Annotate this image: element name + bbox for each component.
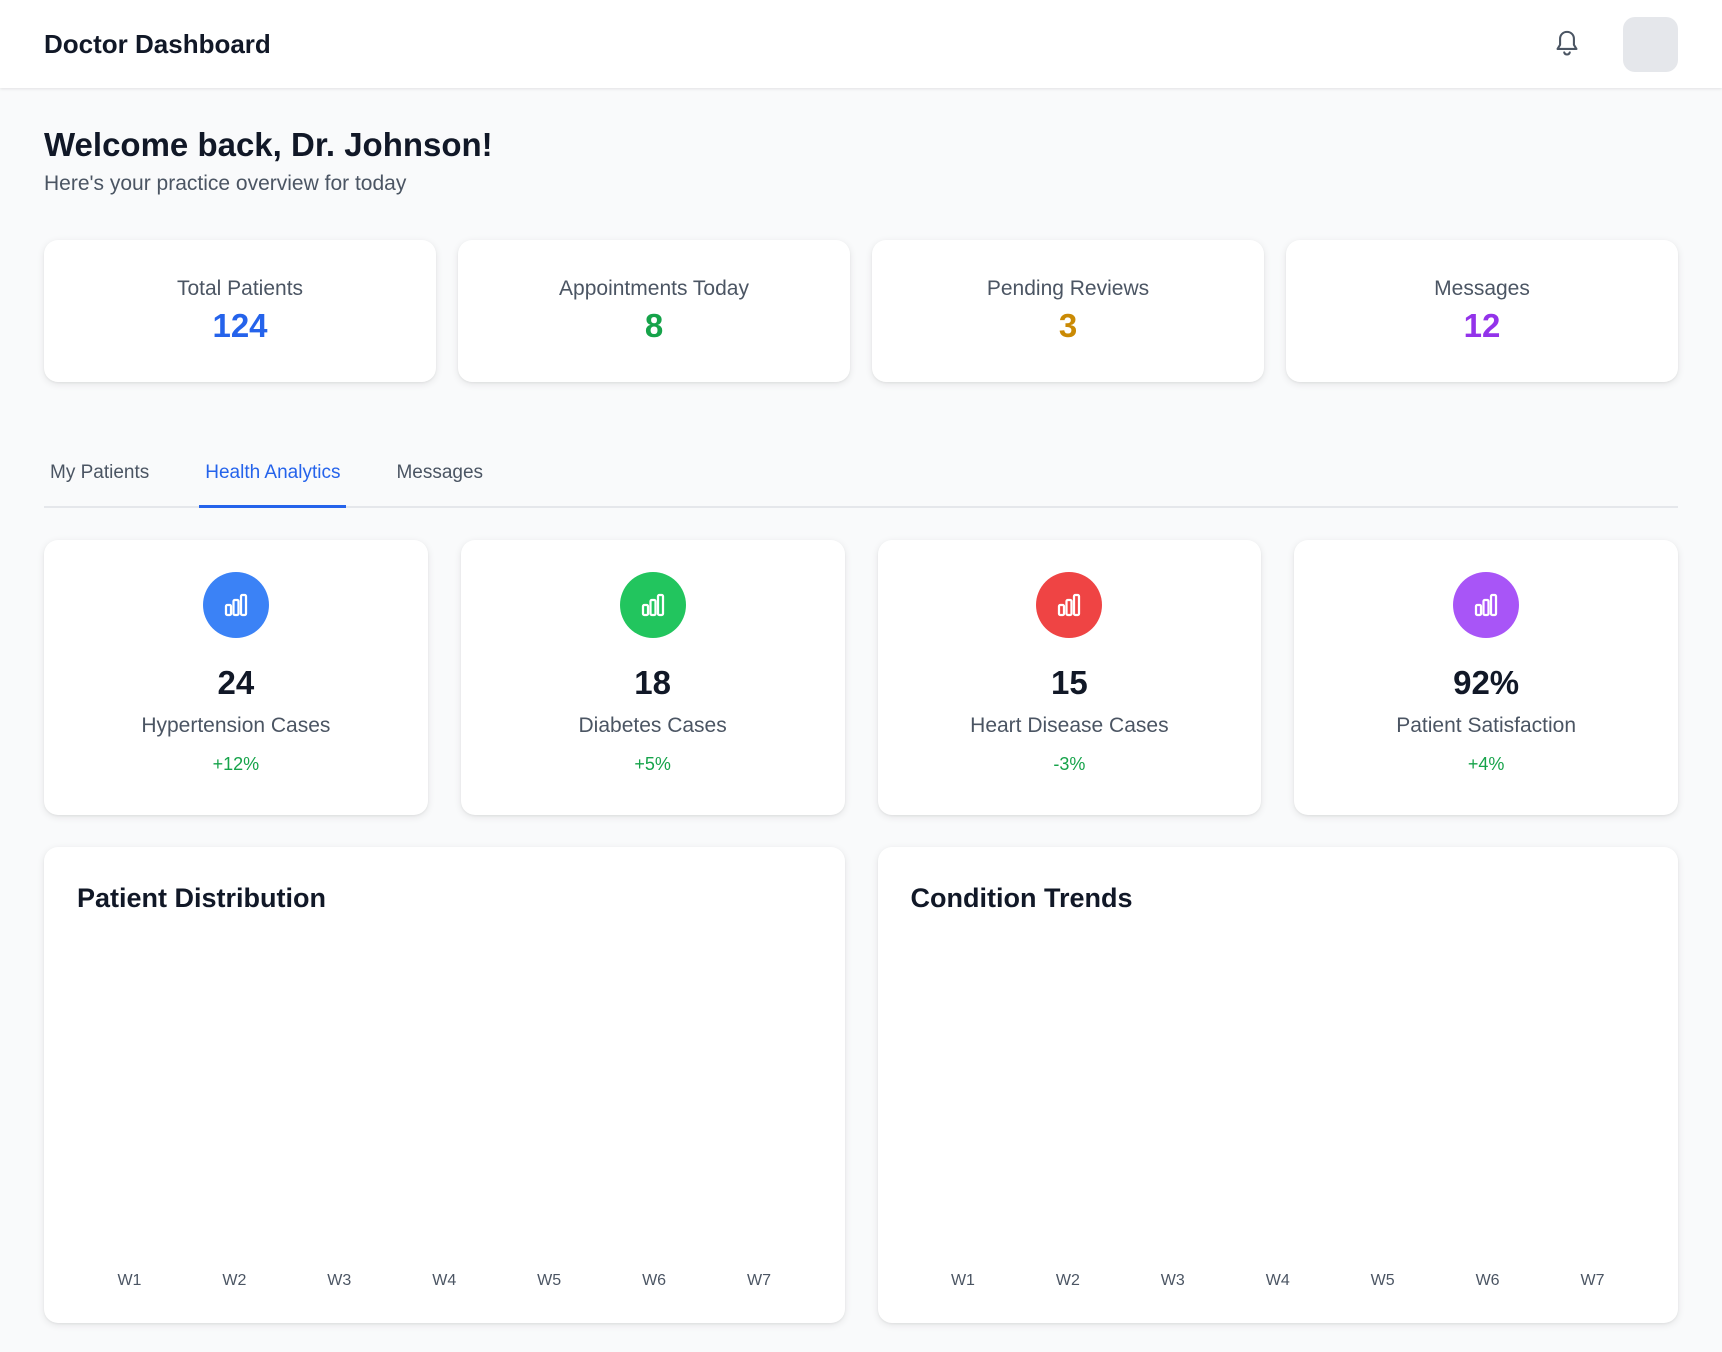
bar-chart-icon [1453,572,1520,638]
metrics-row: 24 Hypertension Cases +12% 18 Diabetes C… [44,540,1678,815]
metric-label: Diabetes Cases [578,714,727,737]
metric-card-hypertension: 24 Hypertension Cases +12% [44,540,428,815]
bar-chart-icon [1036,572,1103,638]
metric-card-heart-disease: 15 Heart Disease Cases -3% [877,540,1262,815]
x-tick-label: W6 [1475,1272,1500,1289]
page-title: Welcome back, Dr. Johnson! [44,126,493,163]
x-tick-label: W4 [1265,1272,1290,1289]
stat-value: 8 [644,307,664,344]
tab-my-patients[interactable]: My Patients [44,440,155,506]
metric-value: 18 [634,664,671,701]
chart-title: Condition Trends [910,883,1133,913]
stat-label: Appointments Today [559,277,749,300]
stat-card-appointments-today: Appointments Today 8 [458,240,850,382]
metric-label: Patient Satisfaction [1396,714,1577,737]
x-tick-label: W6 [642,1272,667,1289]
avatar[interactable] [1623,16,1678,72]
main-content: Welcome back, Dr. Johnson! Here's your p… [44,88,1678,1323]
x-tick-label: W4 [432,1272,457,1289]
metric-label: Heart Disease Cases [970,714,1169,737]
top-bar: Doctor Dashboard [0,0,1722,88]
x-tick-label: W3 [1160,1272,1185,1289]
tab-bar: My Patients Health Analytics Messages [44,440,1678,508]
metric-value: 15 [1051,664,1088,701]
metric-change: +4% [1467,754,1505,774]
bar-chart-icon [202,572,269,638]
stat-label: Total Patients [176,277,304,300]
stat-card-total-patients: Total Patients 124 [44,240,436,382]
stat-value: 3 [1058,307,1078,344]
metric-change: +12% [212,754,260,774]
x-tick-label: W5 [1370,1272,1395,1289]
app-title: Doctor Dashboard [44,28,271,59]
bar-chart-icon [619,572,686,638]
metric-label: Hypertension Cases [141,714,331,737]
x-tick-label: W3 [327,1272,352,1289]
tab-messages[interactable]: Messages [390,440,489,506]
tab-health-analytics[interactable]: Health Analytics [199,440,347,508]
metric-card-diabetes: 18 Diabetes Cases +5% [460,540,845,815]
stat-card-messages: Messages 12 [1286,240,1678,382]
metric-value: 24 [217,664,255,701]
stat-label: Messages [1434,277,1530,300]
stat-card-pending-reviews: Pending Reviews 3 [872,240,1264,382]
stats-row: Total Patients 124 Appointments Today 8 … [44,240,1678,382]
stat-value: 12 [1463,307,1501,344]
metric-change: -3% [1053,754,1086,774]
page-subtitle: Here's your practice overview for today [44,172,407,195]
x-tick-label: W5 [537,1272,562,1289]
chart-title: Patient Distribution [77,883,326,913]
metric-change: +5% [634,754,671,774]
x-tick-label: W2 [1055,1272,1080,1289]
x-tick-label: W7 [1580,1272,1605,1289]
topbar-actions [1547,16,1678,72]
stat-label: Pending Reviews [986,277,1150,300]
metric-value: 92% [1453,664,1520,701]
bell-icon[interactable] [1547,24,1587,64]
stat-value: 124 [212,307,268,344]
chart-x-axis: W1 W2 W3 W4 W5 W6 W7 [911,1272,1646,1290]
charts-row: Patient Distribution W1 W2 W3 W4 W5 W6 W7 Cond… [44,847,1678,1323]
metric-card-patient-satisfaction: 92% Patient Satisfaction +4% [1294,540,1678,815]
condition-trends-chart: Condition Trends W1 W2 W3 W4 W5 W6 W7 [877,847,1678,1323]
x-tick-label: W2 [222,1272,247,1289]
x-tick-label: W1 [117,1272,142,1289]
x-tick-label: W1 [950,1272,975,1289]
x-tick-label: W7 [746,1272,771,1289]
chart-x-axis: W1 W2 W3 W4 W5 W6 W7 [77,1272,812,1290]
patient-distribution-chart: Patient Distribution W1 W2 W3 W4 W5 W6 W7 [44,847,845,1323]
